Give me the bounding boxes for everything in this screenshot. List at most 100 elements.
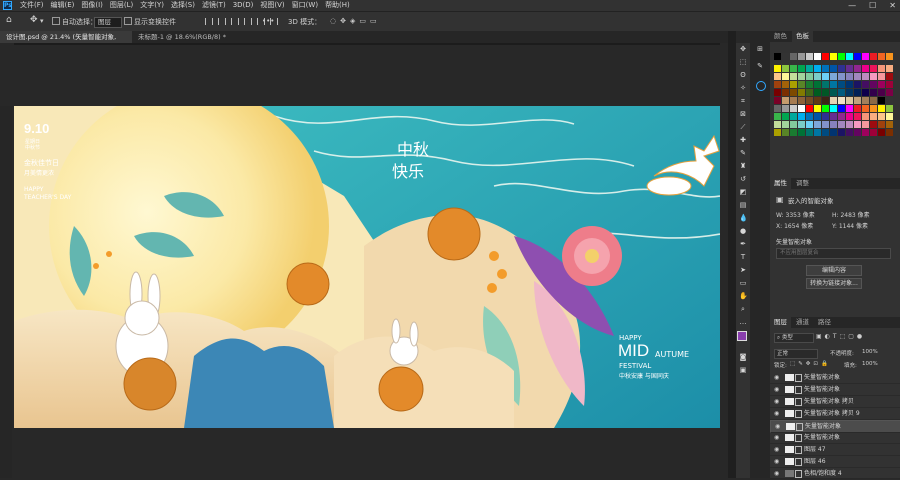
eyedropper-icon[interactable]: ⟋	[739, 123, 747, 131]
opacity-value[interactable]: 100%	[862, 349, 878, 355]
color-swatch[interactable]	[814, 97, 821, 104]
color-swatch[interactable]	[806, 105, 813, 112]
color-swatch[interactable]	[870, 89, 877, 96]
3d-mode-icons[interactable]: ◌✥◈▭▭	[330, 17, 381, 25]
color-swatch[interactable]	[870, 97, 877, 104]
color-swatch[interactable]	[782, 89, 789, 96]
menu-item-8[interactable]: 视图(V)	[260, 0, 284, 11]
color-swatch[interactable]	[838, 89, 845, 96]
color-swatch[interactable]	[878, 105, 885, 112]
color-swatch[interactable]	[886, 53, 893, 60]
auto-select-dropdown[interactable]: 图层	[94, 17, 122, 28]
color-swatch[interactable]	[838, 97, 845, 104]
history-brush-icon[interactable]: ↺	[739, 175, 747, 183]
brush-tool-icon[interactable]: ✎	[739, 149, 747, 157]
color-swatch[interactable]	[854, 105, 861, 112]
color-swatch[interactable]	[862, 113, 869, 120]
color-swatch[interactable]	[814, 89, 821, 96]
color-swatch[interactable]	[782, 81, 789, 88]
hand-tool-icon[interactable]: ✋	[739, 292, 748, 300]
auto-select-checkbox[interactable]: 自动选择：	[52, 17, 97, 27]
color-swatch[interactable]	[822, 105, 829, 112]
tab-layers[interactable]: 图层	[770, 317, 791, 328]
menu-item-7[interactable]: 3D(D)	[233, 0, 254, 11]
color-swatch[interactable]	[774, 121, 781, 128]
distribute-more-icon[interactable]: •••	[262, 17, 274, 25]
gradient-tool-icon[interactable]: ▤	[739, 201, 747, 209]
color-swatch[interactable]	[886, 81, 893, 88]
layer-row[interactable]: ◉ 色相/饱和度 4	[770, 468, 900, 480]
color-swatch[interactable]	[782, 129, 789, 136]
move-tool-icon[interactable]: ✥	[30, 15, 38, 25]
tab-channels[interactable]: 通道	[792, 317, 813, 328]
color-swatch[interactable]	[854, 121, 861, 128]
color-swatch[interactable]	[822, 89, 829, 96]
color-swatch[interactable]	[806, 65, 813, 72]
color-swatch[interactable]	[782, 113, 789, 120]
color-swatch[interactable]	[830, 53, 837, 60]
color-swatch[interactable]	[862, 97, 869, 104]
color-swatch[interactable]	[862, 81, 869, 88]
color-swatch[interactable]	[862, 53, 869, 60]
color-swatch[interactable]	[846, 81, 853, 88]
layer-row[interactable]: ◉ 矢量智能对象	[770, 372, 900, 384]
menu-item-9[interactable]: 窗口(W)	[292, 0, 318, 11]
screen-mode-icon[interactable]: ▣	[739, 366, 747, 374]
color-swatch[interactable]	[854, 73, 861, 80]
minimize-icon[interactable]: —	[848, 0, 856, 11]
color-swatch[interactable]	[846, 97, 853, 104]
quick-mask-icon[interactable]: ◙	[739, 353, 747, 361]
home-icon[interactable]: ⌂	[6, 15, 12, 25]
color-swatch[interactable]	[862, 129, 869, 136]
menu-item-6[interactable]: 滤镜(T)	[202, 0, 226, 11]
pen-tool-icon[interactable]: ✒	[739, 240, 747, 248]
x-field[interactable]: X: 1654 像素	[776, 221, 813, 230]
visibility-eye-icon[interactable]: ◉	[774, 444, 779, 455]
maximize-icon[interactable]: ☐	[869, 0, 876, 11]
color-swatch[interactable]	[870, 121, 877, 128]
color-swatch[interactable]	[782, 53, 789, 60]
color-swatch[interactable]	[862, 89, 869, 96]
color-swatch[interactable]	[830, 65, 837, 72]
color-swatch[interactable]	[814, 113, 821, 120]
color-swatch[interactable]	[830, 129, 837, 136]
h-field[interactable]: H: 2483 像素	[832, 210, 870, 219]
edit-contents-button[interactable]: 编辑内容	[806, 265, 862, 276]
color-swatch[interactable]	[814, 53, 821, 60]
color-swatch[interactable]	[854, 129, 861, 136]
color-swatch[interactable]	[870, 53, 877, 60]
color-swatch[interactable]	[838, 81, 845, 88]
rectangle-tool-icon[interactable]: ▭	[739, 279, 747, 287]
color-swatch[interactable]	[814, 73, 821, 80]
color-swatch[interactable]	[790, 81, 797, 88]
color-swatch[interactable]	[782, 97, 789, 104]
menu-item-3[interactable]: 图层(L)	[110, 0, 133, 11]
color-swatch[interactable]	[774, 53, 781, 60]
color-swatch[interactable]	[806, 53, 813, 60]
convert-to-linked-button[interactable]: 转换为链接对象...	[806, 278, 862, 289]
color-swatch[interactable]	[838, 53, 845, 60]
layer-comp-select[interactable]: 不应用图层复合	[776, 248, 891, 259]
layer-row[interactable]: ◉ 图层 46	[770, 456, 900, 468]
lock-icons[interactable]: ⬚✎✥⊡🔒	[790, 361, 831, 367]
color-swatch[interactable]	[862, 73, 869, 80]
tab-swatches[interactable]: 色板	[792, 31, 813, 42]
tool-preset-dropdown-icon[interactable]: ▾	[40, 17, 44, 25]
eraser-tool-icon[interactable]: ◩	[739, 188, 747, 196]
color-swatch[interactable]	[870, 113, 877, 120]
layer-row[interactable]: ◉ 矢量智能对象	[770, 384, 900, 396]
color-swatch[interactable]	[870, 65, 877, 72]
color-swatch[interactable]	[814, 65, 821, 72]
menu-item-10[interactable]: 帮助(H)	[325, 0, 350, 11]
visibility-eye-icon[interactable]: ◉	[774, 372, 779, 383]
color-swatch[interactable]	[790, 53, 797, 60]
tab-design-psd[interactable]: 设计图.psd @ 21.4% (矢量智能对象, RGB/8#) ×	[0, 31, 132, 53]
color-swatch[interactable]	[806, 89, 813, 96]
color-swatch[interactable]	[822, 65, 829, 72]
color-swatch[interactable]	[790, 105, 797, 112]
color-swatch[interactable]	[846, 129, 853, 136]
color-swatch[interactable]	[790, 89, 797, 96]
layer-row[interactable]: ◉ 矢量智能对象	[770, 432, 900, 444]
color-swatch[interactable]	[774, 105, 781, 112]
brush-panel-icon[interactable]: ✎	[756, 62, 764, 70]
